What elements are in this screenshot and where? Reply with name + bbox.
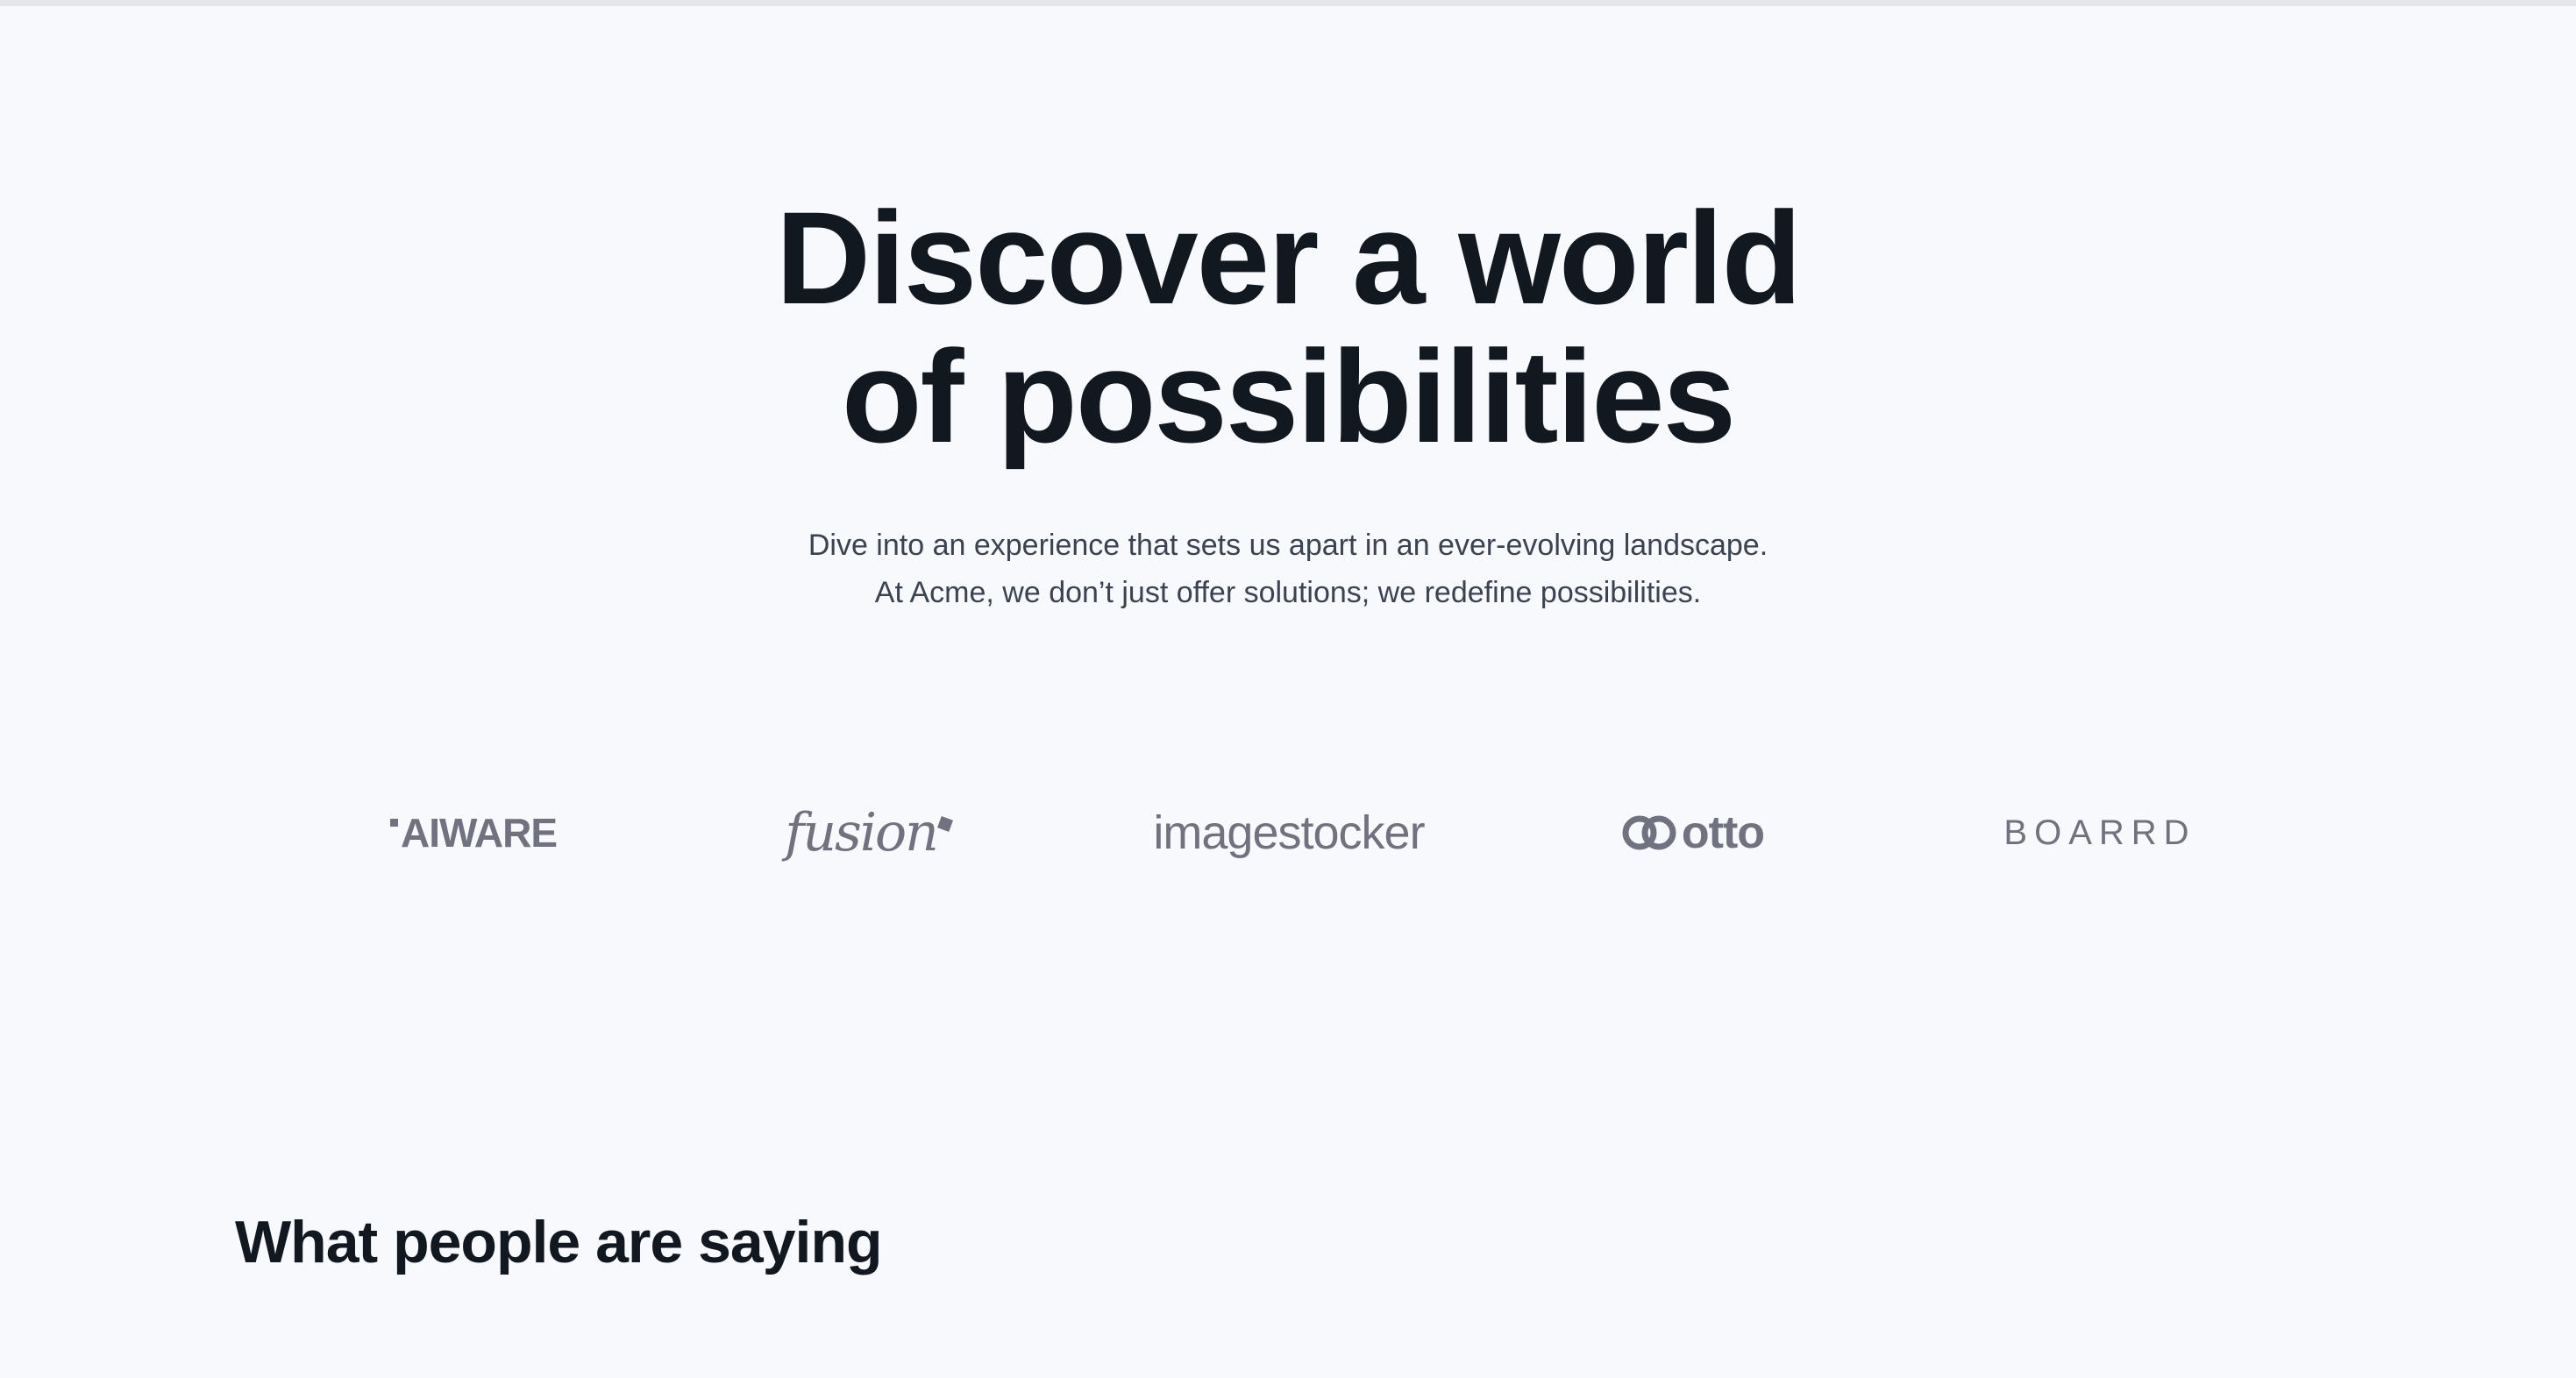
boarrd-logo: BOARRD (1999, 789, 2201, 877)
hero-subtitle: Dive into an experience that sets us apa… (0, 522, 2576, 616)
imagestocker-logo-text: imagestocker (1153, 806, 1425, 859)
hero-title: Discover a world of possibilities (0, 188, 2576, 465)
hero-title-line-1: Discover a world (775, 184, 1802, 331)
aiware-mark-icon (390, 819, 398, 827)
testimonials-heading: What people are saying (235, 1209, 883, 1275)
partner-logos: AIWARE fusion imagestocker otto BOARRD (0, 789, 2576, 877)
hero-subtitle-line-1: Dive into an experience that sets us apa… (808, 529, 1768, 562)
aiware-logo: AIWARE (377, 789, 570, 877)
fusion-mark-icon (936, 816, 953, 832)
hero-title-line-2: of possibilities (841, 323, 1736, 470)
hero-subtitle-line-2: At Acme, we don’t just offer solutions; … (874, 576, 1702, 609)
hero-section: Discover a world of possibilities Dive i… (0, 0, 2576, 1378)
boarrd-logo-text: BOARRD (2003, 813, 2196, 852)
fusion-logo-text: fusion (785, 802, 939, 863)
fusion-logo: fusion (772, 789, 964, 877)
imagestocker-logo: imagestocker (1131, 789, 1447, 877)
otto-logo-text: otto (1681, 807, 1765, 858)
otto-logo: otto (1605, 789, 1780, 877)
aiware-logo-text: AIWARE (401, 810, 558, 856)
otto-mark-icon (1622, 815, 1676, 850)
